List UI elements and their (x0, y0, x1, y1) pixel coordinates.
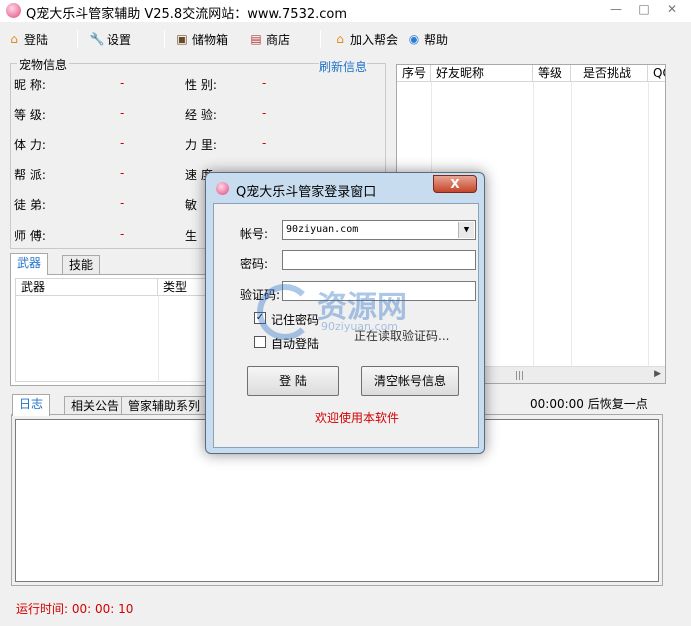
help-icon: ◉ (408, 32, 420, 46)
house-icon: ⌂ (336, 32, 344, 46)
app-icon (6, 3, 21, 18)
tab-skills[interactable]: 技能 (62, 255, 101, 275)
settings-button[interactable]: 🔧 设置 (89, 28, 132, 50)
wrench-icon: 🔧 (89, 32, 105, 46)
friend-list-header: 序号 好友昵称 等级 是否挑战 QQ (397, 65, 665, 82)
recover-timer: 00:00:00 后恢复一点 (530, 397, 648, 411)
auto-login-checkbox[interactable] (254, 336, 266, 348)
column-nickname[interactable]: 好友昵称 (431, 65, 533, 82)
experience-label: 经 验: (185, 108, 217, 122)
toolbar: ⌂ 登陆 🔧 设置 ▣ 储物箱 ▤ 商店 ⌂ 加入帮会 ◉ 帮助 (0, 28, 691, 50)
column-qq[interactable]: QQ (648, 65, 665, 82)
window-title: Q宠大乐斗管家辅助 V25.8交流网站：www.7532.com (26, 7, 348, 22)
captcha-label: 验证码: (240, 288, 281, 302)
account-combobox[interactable]: 90ziyuan.com ▼ (282, 220, 476, 240)
stamina-label: 体 力: (14, 138, 46, 152)
nickname-label: 昵 称: (14, 78, 46, 92)
remember-password-label: 记住密码 (271, 313, 320, 327)
shop-button[interactable]: ▤ 商店 (248, 28, 290, 50)
maximize-button[interactable]: □ (631, 0, 657, 18)
login-dialog: Q宠大乐斗管家登录窗口 X 帐号: 90ziyuan.com ▼ 密码: 验证码… (205, 172, 485, 454)
column-weapon[interactable]: 武器 (16, 279, 158, 296)
storage-button[interactable]: ▣ 储物箱 (174, 28, 228, 50)
gender-label: 性 别: (185, 78, 217, 92)
captcha-input[interactable] (282, 281, 476, 301)
scroll-thumb-grip[interactable]: ||| (515, 371, 524, 381)
apprentice-value: - (120, 196, 125, 210)
dialog-close-button[interactable]: X (433, 175, 477, 193)
account-value: 90ziyuan.com (286, 224, 359, 235)
auto-login-label: 自动登陆 (271, 337, 320, 351)
tab-weapons[interactable]: 武器 (10, 253, 49, 275)
master-label: 师 傅: (14, 229, 46, 243)
dialog-body: 帐号: 90ziyuan.com ▼ 密码: 验证码: ✓ 记住密码 正在读取验… (213, 203, 479, 448)
login-submit-button[interactable]: 登 陆 (247, 366, 339, 396)
close-button[interactable]: ✕ (659, 0, 685, 18)
experience-value: - (262, 106, 267, 120)
column-challenge[interactable]: 是否挑战 (571, 65, 648, 82)
nickname-value: - (120, 76, 125, 90)
life-label: 生 (185, 229, 198, 243)
app-icon (216, 182, 229, 195)
agility-label: 敏 (185, 198, 198, 212)
level-label: 等 级: (14, 108, 46, 122)
shop-icon: ▤ (250, 32, 262, 46)
captcha-status: 正在读取验证码... (354, 329, 450, 343)
level-value: - (120, 106, 125, 120)
welcome-text: 欢迎使用本软件 (315, 411, 400, 425)
chest-icon: ▣ (176, 32, 188, 46)
stamina-value: - (120, 136, 125, 150)
strength-label: 力 里: (185, 138, 217, 152)
apprentice-label: 徒 弟: (14, 198, 46, 212)
faction-label: 帮 派: (14, 168, 46, 182)
faction-value: - (120, 166, 125, 180)
login-button[interactable]: ⌂ 登陆 (6, 28, 48, 50)
gender-value: - (262, 76, 267, 90)
password-input[interactable] (282, 250, 476, 270)
chevron-down-icon[interactable]: ▼ (458, 222, 474, 238)
refresh-info-link[interactable]: 刷新信息 (318, 58, 367, 75)
title-bar: Q宠大乐斗管家辅助 V25.8交流网站：www.7532.com — □ ✕ (0, 0, 691, 22)
pet-info-legend: 宠物信息 (17, 56, 70, 73)
master-value: - (120, 227, 125, 241)
house-icon: ⌂ (10, 32, 18, 46)
scroll-right-arrow[interactable]: ▶ (654, 369, 661, 379)
join-guild-button[interactable]: ⌂ 加入帮会 (332, 28, 398, 50)
column-level[interactable]: 等级 (533, 65, 571, 82)
runtime-status: 运行时间: 00: 00: 10 (16, 602, 134, 616)
password-label: 密码: (240, 257, 269, 271)
tab-announcements[interactable]: 相关公告 (64, 396, 127, 416)
clear-account-button[interactable]: 清空帐号信息 (361, 366, 459, 396)
minimize-button[interactable]: — (603, 0, 629, 18)
account-label: 帐号: (240, 227, 269, 241)
strength-value: - (262, 136, 267, 150)
tab-helper-series[interactable]: 管家辅助系列 (121, 396, 208, 416)
column-index[interactable]: 序号 (397, 65, 431, 82)
remember-password-checkbox[interactable]: ✓ (254, 312, 266, 324)
help-button[interactable]: ◉ 帮助 (406, 28, 448, 50)
dialog-title: Q宠大乐斗管家登录窗口 (236, 185, 377, 200)
window-controls: — □ ✕ (601, 0, 685, 18)
tab-log[interactable]: 日志 (12, 394, 51, 416)
